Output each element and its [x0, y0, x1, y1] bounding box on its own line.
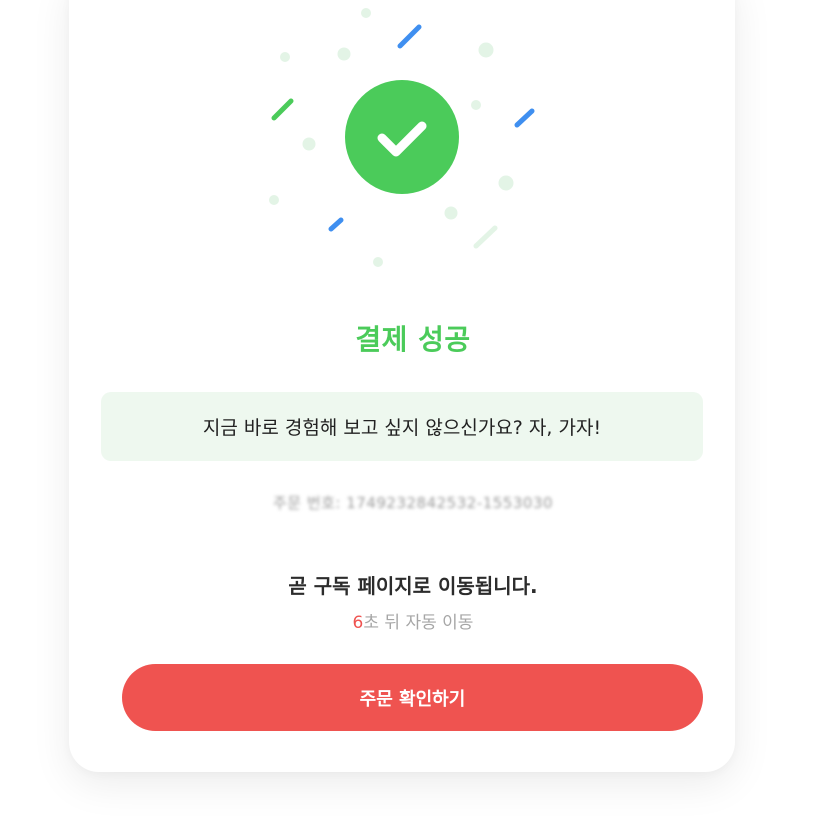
view-order-button[interactable]: 주문 확인하기	[122, 664, 703, 731]
confetti-dot	[302, 137, 316, 151]
confetti-streak	[328, 217, 344, 232]
order-number: 주문 번호: 1749232842532-1553030	[272, 494, 554, 512]
confetti-dot	[280, 52, 290, 62]
confetti-streak	[271, 98, 294, 121]
confetti-dot	[373, 257, 383, 267]
redirect-notice: 곧 구독 페이지로 이동됩니다.	[288, 574, 538, 598]
confetti-streak	[397, 24, 422, 49]
countdown-seconds: 6	[352, 613, 364, 633]
promo-message-text: 지금 바로 경험해 보고 싶지 않으신가요? 자, 가자!	[202, 417, 602, 439]
check-icon	[377, 121, 427, 157]
confetti-dot	[471, 100, 481, 110]
payment-success-title: 결제 성공	[355, 323, 471, 356]
confetti-dot	[498, 175, 514, 191]
confetti-dot	[478, 42, 494, 58]
auto-redirect-countdown: 6초 뒤 자동 이동	[0, 608, 826, 633]
confetti-dot	[361, 8, 371, 18]
confetti-dot	[337, 47, 351, 61]
promo-message-box: 지금 바로 경험해 보고 싶지 않으신가요? 자, 가자!	[101, 392, 703, 461]
countdown-label: 초 뒤 자동 이동	[363, 613, 474, 633]
success-check-badge	[345, 80, 459, 194]
confetti-dot	[444, 206, 458, 220]
confetti-streak	[473, 225, 498, 249]
confetti-dot	[269, 195, 279, 205]
confetti-streak	[514, 108, 535, 128]
view-order-button-label: 주문 확인하기	[359, 688, 466, 710]
